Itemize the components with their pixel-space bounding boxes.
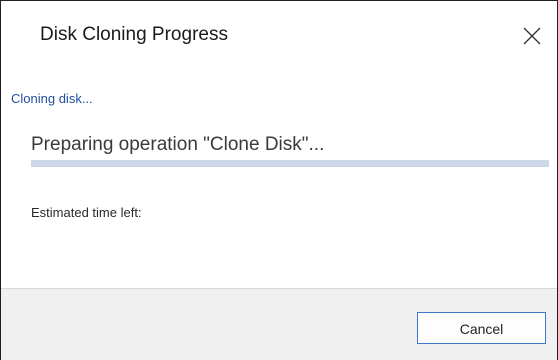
operation-text: Preparing operation "Clone Disk"... <box>31 134 325 155</box>
progress-bar <box>31 160 549 167</box>
title-bar: Disk Cloning Progress <box>1 1 557 71</box>
dialog-title: Disk Cloning Progress <box>40 24 228 45</box>
cancel-button[interactable]: Cancel <box>417 312 546 344</box>
dialog-footer: Cancel <box>1 288 557 360</box>
estimated-time-label: Estimated time left: <box>31 205 142 220</box>
close-icon <box>523 27 541 45</box>
close-button[interactable] <box>519 23 545 49</box>
disk-cloning-dialog: Disk Cloning Progress Cloning disk... Pr… <box>0 0 558 360</box>
dialog-content: Cloning disk... Preparing operation "Clo… <box>1 71 557 271</box>
status-text: Cloning disk... <box>11 91 93 106</box>
